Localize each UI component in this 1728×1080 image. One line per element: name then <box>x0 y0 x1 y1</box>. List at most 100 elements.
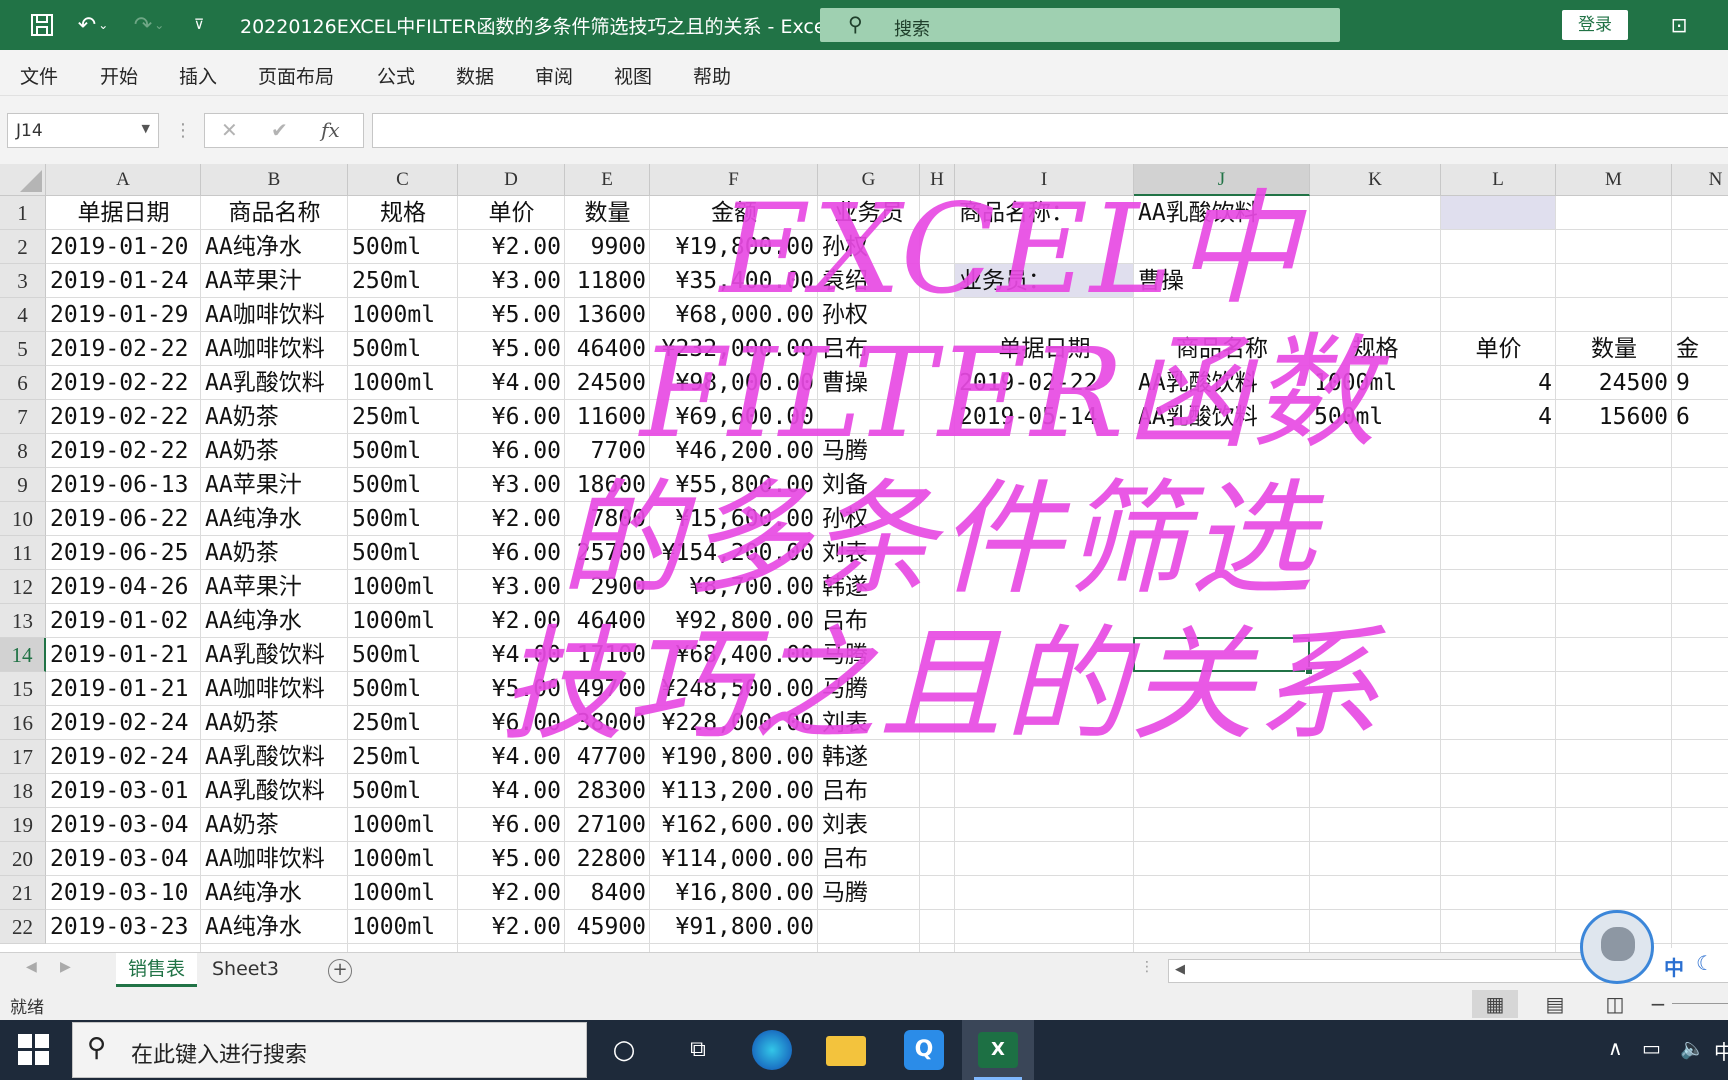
table-cell[interactable]: AA奶茶 <box>201 536 348 570</box>
normal-view-icon[interactable]: ▦ <box>1472 990 1518 1018</box>
tab-view[interactable]: 视图 <box>614 62 652 89</box>
table-cell[interactable]: AA奶茶 <box>201 400 348 434</box>
row-header-9[interactable]: 9 <box>0 468 46 502</box>
table-cell[interactable]: 13600 <box>565 298 650 332</box>
table-cell[interactable]: 38000 <box>565 706 650 740</box>
table-cell[interactable]: 28300 <box>565 774 650 808</box>
table-cell[interactable]: 46400 <box>565 604 650 638</box>
table-cell[interactable]: AA苹果汁 <box>201 570 348 604</box>
table-cell[interactable]: AA奶茶 <box>201 706 348 740</box>
table-cell[interactable]: 孙权 <box>818 502 920 536</box>
table-cell[interactable]: 250ml <box>348 264 458 298</box>
table-cell[interactable]: 1000ml <box>348 604 458 638</box>
formula-input[interactable] <box>372 113 1728 148</box>
table-cell[interactable]: 刘表 <box>818 706 920 740</box>
table-cell[interactable]: 吕布 <box>818 842 920 876</box>
qq-browser-icon[interactable]: Q <box>904 1030 944 1070</box>
table-cell[interactable]: 2019-06-25 <box>46 536 201 570</box>
table-cell[interactable]: AA纯净水 <box>201 604 348 638</box>
column-header-b[interactable]: B <box>201 164 348 196</box>
table-cell[interactable]: ¥55,800.00 <box>650 468 818 502</box>
table-cell[interactable] <box>818 400 920 434</box>
row-header-3[interactable]: 3 <box>0 264 46 298</box>
table-cell[interactable]: ¥232,000.00 <box>650 332 818 366</box>
table-cell[interactable] <box>818 910 920 944</box>
table-cell[interactable]: ¥5.00 <box>458 842 565 876</box>
sheet-tab-sheet3[interactable]: Sheet3 <box>200 953 291 987</box>
table-cell[interactable]: ¥16,800.00 <box>650 876 818 910</box>
sheet-tab-sales[interactable]: 销售表 <box>116 953 198 987</box>
table-cell[interactable]: AA咖啡饮料 <box>201 332 348 366</box>
table-cell[interactable]: ¥3.00 <box>458 468 565 502</box>
table-cell[interactable]: AA咖啡饮料 <box>201 842 348 876</box>
table-cell[interactable]: 吕布 <box>818 774 920 808</box>
volume-icon[interactable]: 🔈 <box>1680 1036 1705 1060</box>
row-header-8[interactable]: 8 <box>0 434 46 468</box>
cancel-icon[interactable]: ✕ <box>221 118 238 142</box>
table-cell[interactable]: 2019-01-24 <box>46 264 201 298</box>
table-cell[interactable]: ¥5.00 <box>458 672 565 706</box>
table-cell[interactable]: 500ml <box>348 434 458 468</box>
table-cell[interactable]: ¥3.00 <box>458 570 565 604</box>
table-cell[interactable]: AA乳酸饮料 <box>201 366 348 400</box>
table-cell[interactable]: AA乳酸饮料 <box>201 774 348 808</box>
result-header-cell[interactable]: 金 <box>1672 332 1728 366</box>
table-cell[interactable]: AA苹果汁 <box>201 468 348 502</box>
page-layout-view-icon[interactable]: ▤ <box>1532 990 1578 1018</box>
table-header-cell[interactable]: 单据日期 <box>46 196 201 230</box>
table-cell[interactable]: ¥15,600.00 <box>650 502 818 536</box>
row-header-17[interactable]: 17 <box>0 740 46 774</box>
table-cell[interactable]: 2019-01-29 <box>46 298 201 332</box>
table-cell[interactable]: 1000ml <box>348 842 458 876</box>
table-cell[interactable]: 7700 <box>565 434 650 468</box>
table-header-cell[interactable]: 业务员 <box>818 196 920 230</box>
select-all-button[interactable] <box>0 164 46 196</box>
table-cell[interactable]: 孙权 <box>818 230 920 264</box>
save-icon[interactable] <box>24 0 60 50</box>
insert-function-icon[interactable]: fx <box>321 118 340 142</box>
table-cell[interactable]: 2900 <box>565 570 650 604</box>
tab-page-layout[interactable]: 页面布局 <box>258 62 334 89</box>
table-cell[interactable]: ¥4.00 <box>458 638 565 672</box>
table-cell[interactable]: ¥91,800.00 <box>650 910 818 944</box>
table-cell[interactable]: AA纯净水 <box>201 230 348 264</box>
table-cell[interactable]: ¥4.00 <box>458 740 565 774</box>
table-cell[interactable]: 2019-02-22 <box>46 400 201 434</box>
result-cell[interactable]: 4 <box>1441 400 1556 434</box>
row-header-11[interactable]: 11 <box>0 536 46 570</box>
table-cell[interactable]: AA咖啡饮料 <box>201 672 348 706</box>
table-cell[interactable]: 马腾 <box>818 434 920 468</box>
result-cell[interactable]: 2019-02-22 <box>955 366 1134 400</box>
table-cell[interactable]: 24500 <box>565 366 650 400</box>
row-header-1[interactable]: 1 <box>0 196 46 230</box>
table-cell[interactable]: 9900 <box>565 230 650 264</box>
table-cell[interactable]: 17100 <box>565 638 650 672</box>
taskbar-search-input[interactable]: ⚲ 在此键入进行搜索 <box>72 1022 587 1078</box>
result-cell[interactable]: 1000ml <box>1310 366 1441 400</box>
result-cell[interactable]: AA乳酸饮料 <box>1134 400 1310 434</box>
enter-icon[interactable]: ✔ <box>271 118 288 142</box>
table-cell[interactable]: 500ml <box>348 332 458 366</box>
zoom-slider[interactable] <box>1672 1003 1728 1004</box>
table-cell[interactable]: 2019-01-21 <box>46 638 201 672</box>
column-header-g[interactable]: G <box>818 164 920 196</box>
table-cell[interactable]: ¥6.00 <box>458 808 565 842</box>
tab-help[interactable]: 帮助 <box>693 62 731 89</box>
tab-home[interactable]: 开始 <box>100 62 138 89</box>
table-cell[interactable]: ¥3.00 <box>458 264 565 298</box>
table-cell[interactable]: ¥35,400.00 <box>650 264 818 298</box>
table-cell[interactable]: 曹操 <box>818 366 920 400</box>
table-cell[interactable]: 500ml <box>348 672 458 706</box>
table-cell[interactable]: 2019-02-24 <box>46 706 201 740</box>
tab-insert[interactable]: 插入 <box>179 62 217 89</box>
column-header-j[interactable]: J <box>1134 164 1310 196</box>
excel-taskbar-button[interactable]: X <box>962 1020 1034 1080</box>
column-header-k[interactable]: K <box>1310 164 1441 196</box>
table-cell[interactable]: 韩遂 <box>818 570 920 604</box>
table-cell[interactable]: 刘表 <box>818 536 920 570</box>
search-input[interactable]: ⚲ 搜索 <box>820 8 1340 42</box>
table-cell[interactable]: 吕布 <box>818 332 920 366</box>
criteria-product-value[interactable]: AA乳酸饮料 <box>1134 196 1310 230</box>
row-header-2[interactable]: 2 <box>0 230 46 264</box>
table-cell[interactable]: ¥46,200.00 <box>650 434 818 468</box>
